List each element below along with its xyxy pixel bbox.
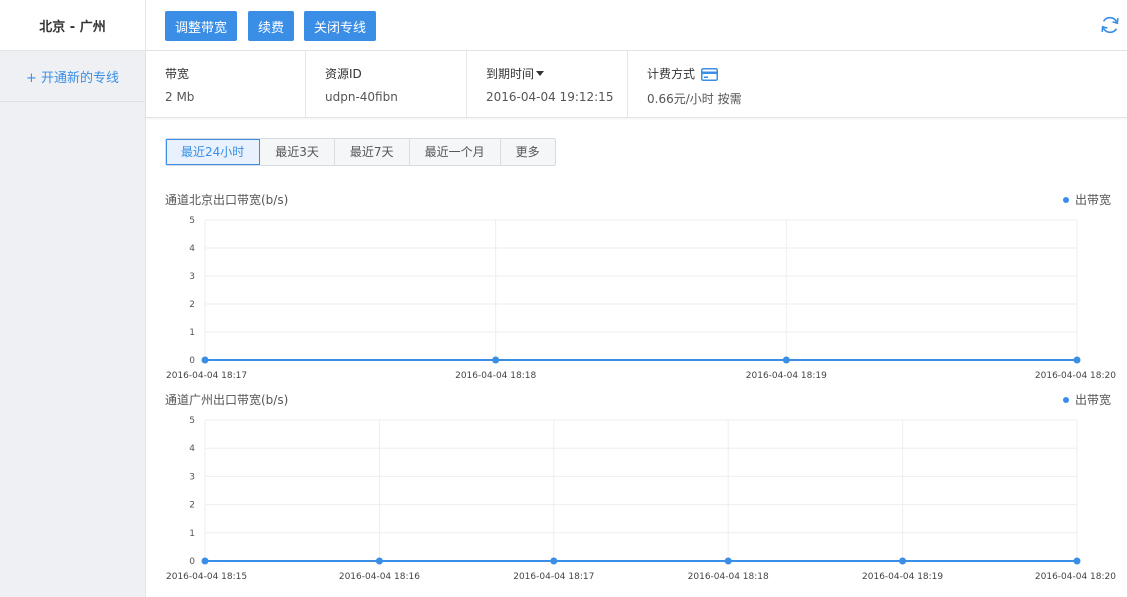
tab-more[interactable]: 更多: [500, 139, 555, 165]
x-tick-label: 2016-04-04 18:19: [746, 371, 827, 381]
bandwidth-value: 2 Mb: [165, 90, 195, 104]
y-tick-label: 1: [189, 328, 195, 338]
toolbar: 调整带宽 续费 关闭专线: [146, 0, 1127, 51]
billing-value: 0.66元/小时 按需: [647, 92, 742, 106]
x-tick-label: 2016-04-04 18:19: [862, 572, 943, 582]
x-tick-label: 2016-04-04 18:15: [166, 572, 247, 582]
sidebar: 北京 - 广州 + 开通新的专线: [0, 0, 146, 597]
y-tick-label: 1: [189, 529, 195, 539]
data-point[interactable]: [899, 557, 907, 565]
data-point[interactable]: [375, 557, 383, 565]
info-strip: 带宽 2 Mb 资源ID udpn-40fibn 到期时间 2016-04-04…: [146, 51, 1127, 118]
tab-last-7d[interactable]: 最近7天: [334, 139, 410, 165]
caret-down-icon: [536, 71, 545, 76]
legend-dot-icon: [1062, 397, 1069, 403]
data-point[interactable]: [201, 356, 209, 364]
legend-dot-icon: [1062, 197, 1069, 203]
x-tick-label: 2016-04-04 18:18: [688, 572, 769, 582]
y-tick-label: 4: [189, 244, 195, 254]
x-tick-label: 2016-04-04 18:16: [339, 572, 420, 582]
tab-last-24h[interactable]: 最近24小时: [166, 139, 261, 165]
chart-beijing-bandwidth: 0 1 2 3 4 5 2016-04-04 18:17 2016-04-04 18:18 20…: [166, 216, 1116, 381]
renew-button[interactable]: 续费: [248, 11, 295, 41]
expiry-sort-toggle[interactable]: 到期时间: [486, 65, 545, 82]
x-tick-label: 2016-04-04 18:17: [513, 572, 594, 582]
bandwidth-label: 带宽: [165, 67, 190, 81]
y-tick-label: 3: [189, 472, 195, 482]
data-point[interactable]: [201, 557, 209, 565]
x-tick-label: 2016-04-04 18:17: [166, 371, 247, 381]
adjust-bandwidth-button[interactable]: 调整带宽: [165, 11, 238, 41]
expiry-value: 2016-04-04 19:12:15: [486, 90, 614, 104]
x-tick-label: 2016-04-04 18:18: [455, 371, 536, 381]
x-tick-label: 2016-04-04 18:20: [1035, 371, 1116, 381]
data-point[interactable]: [724, 557, 732, 565]
y-tick-label: 3: [189, 272, 195, 282]
info-expiry: 到期时间 2016-04-04 19:12:15: [467, 51, 628, 117]
data-point[interactable]: [1073, 557, 1081, 565]
y-tick-label: 0: [189, 356, 195, 366]
data-point[interactable]: [782, 356, 790, 364]
y-tick-label: 0: [189, 557, 195, 567]
y-tick-label: 5: [189, 416, 195, 426]
resource-id-label: 资源ID: [325, 67, 362, 81]
new-line-link[interactable]: + 开通新的专线: [0, 51, 145, 102]
chart-guangzhou-bandwidth: 0 1 2 3 4 5 2016-04-04 18:15 2016-04-04 18:16 20…: [166, 416, 1116, 582]
billing-label: 计费方式: [647, 67, 696, 81]
billing-label-wrap: 计费方式: [647, 65, 719, 82]
data-point[interactable]: [492, 356, 500, 364]
info-bandwidth: 带宽 2 Mb: [146, 51, 306, 117]
refresh-icon[interactable]: [1099, 14, 1121, 36]
y-tick-label: 5: [189, 216, 195, 226]
data-point[interactable]: [550, 557, 558, 565]
close-line-button[interactable]: 关闭专线: [304, 11, 377, 41]
tab-last-month[interactable]: 最近一个月: [409, 139, 501, 165]
y-tick-label: 2: [189, 300, 195, 310]
data-point[interactable]: [1073, 356, 1081, 364]
app-window: 北京 - 广州 + 开通新的专线 调整带宽 续费 关闭专线 带宽 2 Mb 资源…: [0, 0, 1127, 597]
credit-card-icon[interactable]: [701, 68, 719, 81]
resource-id-value: udpn-40fibn: [325, 90, 398, 104]
info-resource: 资源ID udpn-40fibn: [306, 51, 467, 117]
tab-last-3d[interactable]: 最近3天: [260, 139, 335, 165]
x-tick-label: 2016-04-04 18:20: [1035, 572, 1116, 582]
time-range-tabs: 最近24小时 最近3天 最近7天 最近一个月 更多: [165, 138, 556, 166]
y-tick-label: 4: [189, 444, 195, 454]
expiry-label: 到期时间: [486, 67, 535, 81]
sidebar-title[interactable]: 北京 - 广州: [0, 0, 146, 51]
y-tick-label: 2: [189, 501, 195, 511]
